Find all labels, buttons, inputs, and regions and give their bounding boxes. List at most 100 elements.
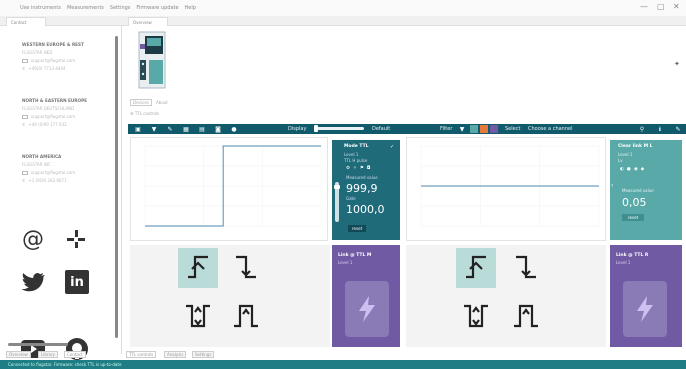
display-slider[interactable] xyxy=(314,125,364,132)
tab-devices[interactable]: Devices xyxy=(130,99,152,106)
ttl-high-pulse-button[interactable] xyxy=(226,297,266,337)
record-icon[interactable]: ● xyxy=(230,125,238,133)
camera-icon[interactable]: ◙ xyxy=(214,125,222,133)
left-panel-icons[interactable]: ⚙✧⚑◘ xyxy=(346,166,373,171)
github-icon[interactable] xyxy=(64,336,90,362)
filter-icon[interactable]: ▼ xyxy=(150,125,158,133)
device-more-icon[interactable]: ✦ xyxy=(674,60,680,68)
tab-ttl-controls[interactable]: TTL controls xyxy=(126,351,157,358)
default-button[interactable]: Default xyxy=(372,126,390,132)
collapse-arrow-icon[interactable]: ‹ xyxy=(611,182,613,189)
linkedin-icon[interactable]: in xyxy=(65,270,89,294)
contact-company: FLUGSTAR INC xyxy=(22,162,51,167)
minimize-button[interactable]: — xyxy=(640,2,648,11)
ttl-falling-edge-button[interactable] xyxy=(506,248,546,288)
ttl-rising-edge-button[interactable] xyxy=(178,248,218,288)
contact-email-text: support@flugstar.com xyxy=(31,170,76,175)
contact-phone[interactable]: ✆ +1 (919) 283 6671 xyxy=(22,178,114,183)
left-level-thumb[interactable] xyxy=(334,185,340,189)
edit-icon[interactable]: ✎ xyxy=(674,125,682,133)
mail-icon xyxy=(22,170,28,175)
ttl-falling-edge-button[interactable] xyxy=(226,248,266,288)
tab-about[interactable]: About xyxy=(153,100,171,105)
left-level-slider[interactable] xyxy=(334,182,340,222)
channel-toolbar: ▣ ▼ ✎ ▦ ▤ ◙ ● Display Default Filter ▼ S… xyxy=(128,124,686,134)
email-icon[interactable]: @ xyxy=(20,226,46,252)
filter-swatch-teal[interactable] xyxy=(470,125,478,133)
tab-bottom-contact[interactable]: Contact xyxy=(64,351,86,358)
menu-item-firmware[interactable]: Firmware update xyxy=(136,5,178,11)
save-icon[interactable]: ▣ xyxy=(134,125,142,133)
right-reset-button[interactable]: reset xyxy=(622,214,645,221)
right-chart-svg xyxy=(420,145,600,227)
contact-email[interactable]: support@flugstar.com xyxy=(22,170,114,175)
ttl-high-pulse-button[interactable] xyxy=(506,297,546,337)
tab-bottom-library[interactable]: Library xyxy=(38,351,58,358)
menu-item-measurements[interactable]: Measurements xyxy=(67,5,104,11)
tab-contact[interactable]: Contact xyxy=(6,17,46,26)
contact-phone-text: +1 (919) 283 6671 xyxy=(28,178,67,183)
menu-item-help[interactable]: Help xyxy=(185,5,196,11)
contact-scrollbar[interactable] xyxy=(115,36,118,338)
right-lightning-icon[interactable] xyxy=(623,281,667,337)
contact-email-text: support@flugstar.com xyxy=(31,114,76,119)
high-pulse-icon xyxy=(514,304,538,328)
contact-phone[interactable]: ✆ +49 (0)99 177 632 xyxy=(22,122,114,127)
contact-email[interactable]: support@flugstar.com xyxy=(22,58,114,63)
filter-swatch-purple[interactable] xyxy=(490,125,498,133)
ttl-low-pulse-button[interactable] xyxy=(456,297,496,337)
left-reset-button[interactable]: reset xyxy=(348,225,367,232)
pin-icon[interactable]: ⚲ xyxy=(638,125,646,133)
tool-icon[interactable]: ✎ xyxy=(166,125,174,133)
status-text: Connected to flugstar. Firmware: check T… xyxy=(8,362,122,367)
left-measure-panel: Mode TTL ✓ Level 1 TTL H pulse ⚙✧⚑◘ Meas… xyxy=(332,140,400,240)
ttl-low-pulse-button[interactable] xyxy=(178,297,218,337)
right-panel-sub1: Level 1 xyxy=(618,152,633,157)
filter-swatch-orange[interactable] xyxy=(480,125,488,133)
contact-block: NORTH & EASTERN EUROPE FLUGSTAR DEUTSCHL… xyxy=(22,98,114,130)
menu-item-instruments[interactable]: Use instruments xyxy=(20,5,61,11)
tab-bottom-overview[interactable]: Overview xyxy=(6,351,31,358)
twitter-icon[interactable] xyxy=(20,270,46,296)
right-ttl-sub: Level 1 xyxy=(616,260,631,265)
display-slider-thumb[interactable] xyxy=(314,125,318,132)
contact-phone-text: +49 (0)99 177 632 xyxy=(28,122,67,127)
channel-select[interactable]: Choose a channel xyxy=(528,126,573,132)
horizontal-scrollbar[interactable] xyxy=(8,343,68,346)
status-bar: Connected to flugstar. Firmware: check T… xyxy=(0,360,686,369)
close-button[interactable]: ✕ xyxy=(673,2,680,11)
grid-icon[interactable]: ▦ xyxy=(182,125,190,133)
left-ttl-sub: Level 1 xyxy=(338,260,353,265)
contact-email[interactable]: support@flugstar.com xyxy=(22,114,114,119)
filter-icon[interactable]: ▼ xyxy=(458,125,466,133)
tab-overview[interactable]: Overview xyxy=(128,17,168,26)
left-measure-value: 999,9 xyxy=(346,182,378,195)
ttl-rising-edge-button[interactable] xyxy=(456,248,496,288)
right-ttl-controls xyxy=(406,245,606,347)
table-icon[interactable]: ▤ xyxy=(198,125,206,133)
left-channel-chart[interactable] xyxy=(130,137,328,241)
device-image[interactable] xyxy=(137,30,167,90)
right-panel-icons[interactable]: ◐●◉◆ xyxy=(620,167,647,172)
tab-analysis[interactable]: Analysis xyxy=(164,351,187,358)
right-measure-value: 0,05 xyxy=(622,196,647,209)
check-icon[interactable]: ✓ xyxy=(390,144,394,150)
tab-contact-label: Contact xyxy=(11,20,27,25)
mail-icon xyxy=(22,58,28,63)
tab-strip: Contact Overview xyxy=(0,16,686,26)
contact-phone[interactable]: ✆ +49(0) 7713-4444 xyxy=(22,66,114,71)
contact-company: FLUGSTAR DEUTSCHLAND xyxy=(22,106,75,111)
contact-region: WESTERN EUROPE & REST xyxy=(22,42,84,47)
info-icon[interactable]: ℹ xyxy=(656,125,664,133)
tab-settings-bottom[interactable]: Settings xyxy=(192,351,215,358)
menubar: Use instruments Measurements Settings Fi… xyxy=(0,0,686,16)
contact-block: NORTH AMERICA FLUGSTAR INC support@flugs… xyxy=(22,154,114,186)
slack-icon[interactable] xyxy=(63,226,89,252)
menu-item-settings[interactable]: Settings xyxy=(110,5,131,11)
right-channel-chart[interactable] xyxy=(406,137,606,241)
falling-edge-icon xyxy=(516,255,536,279)
left-lightning-icon[interactable] xyxy=(345,281,389,337)
maximize-button[interactable]: ▢ xyxy=(657,2,665,11)
phone-icon: ✆ xyxy=(22,66,26,71)
rising-edge-icon xyxy=(466,255,486,279)
